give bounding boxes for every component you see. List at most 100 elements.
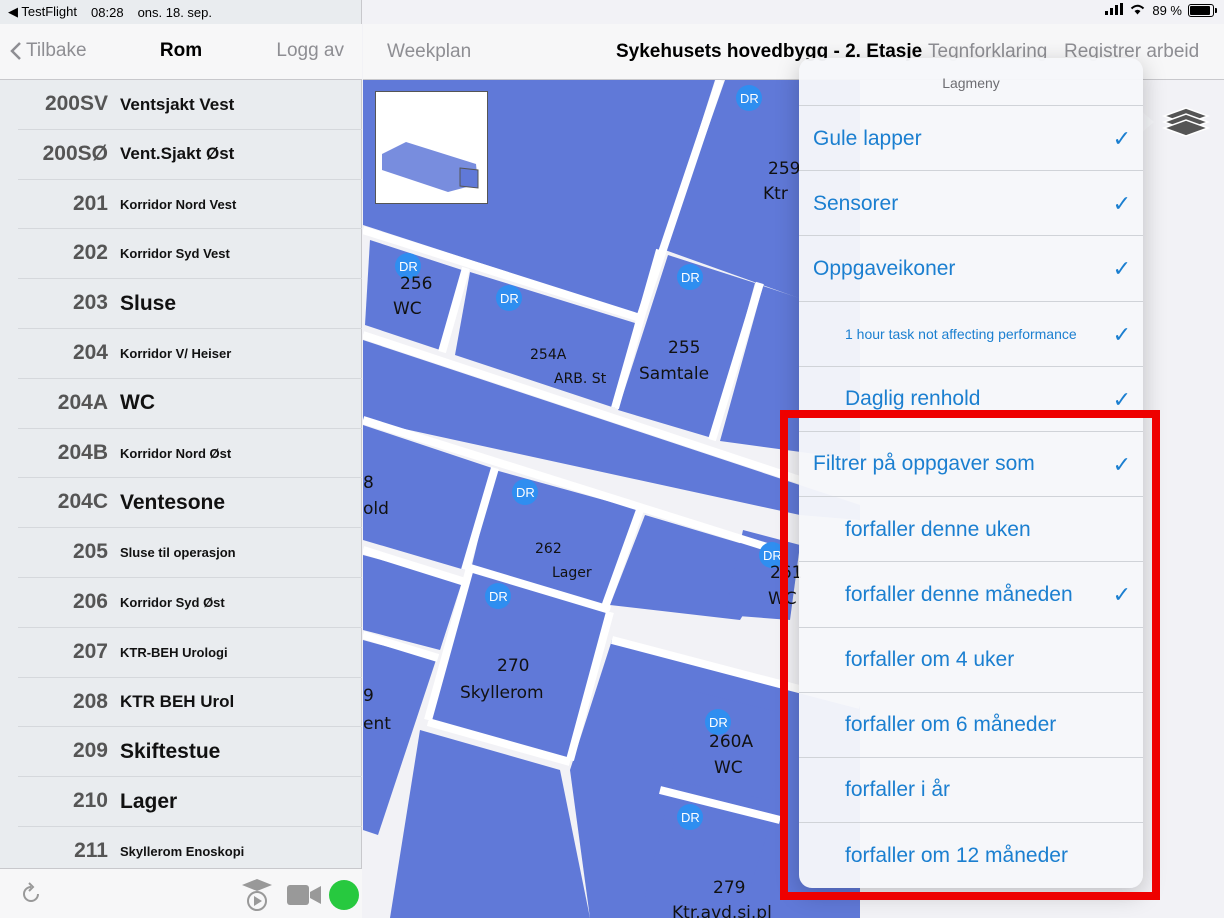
dr-badge-label: DR bbox=[681, 810, 700, 825]
room-list-item[interactable]: 211 Skyllerom Enoskopi bbox=[18, 827, 362, 868]
checkmark-icon: ✓ bbox=[1112, 582, 1131, 608]
dr-badge-label: DR bbox=[709, 715, 728, 730]
room-list-item[interactable]: 206 Korridor Syd Øst bbox=[18, 578, 362, 628]
sidebar-footer bbox=[0, 868, 362, 918]
room-name: Ventsjakt Vest bbox=[120, 94, 235, 114]
room-number: 204A bbox=[57, 390, 108, 414]
room-list-item[interactable]: 205 Sluse til operasjon bbox=[18, 528, 362, 578]
layer-menu-item-label: Daglig renhold bbox=[845, 387, 981, 411]
room-list-item[interactable]: 202 Korridor Syd Vest bbox=[18, 229, 362, 280]
battery-icon bbox=[1188, 4, 1217, 17]
video-camera-icon[interactable] bbox=[286, 883, 322, 907]
room-label: ARB. St bbox=[554, 371, 607, 387]
room-name: Skiftestue bbox=[120, 739, 221, 763]
room-label: Samtale bbox=[639, 364, 709, 384]
room-name: KTR-BEH Urologi bbox=[120, 644, 228, 660]
status-time: 08:28 bbox=[91, 4, 124, 20]
room-list-item[interactable]: 200SØ Vent.Sjakt Øst bbox=[18, 130, 362, 180]
room-label: 279 bbox=[713, 878, 745, 898]
layers-button[interactable] bbox=[1160, 96, 1212, 144]
layer-menu-item-label: Gule lapper bbox=[813, 126, 922, 150]
room-list-item[interactable]: 209 Skiftestue bbox=[18, 727, 362, 778]
room-name: Skyllerom Enoskopi bbox=[120, 843, 245, 859]
room-label: 8 bbox=[363, 473, 374, 493]
room-label: 256 bbox=[400, 274, 432, 294]
layer-menu-item[interactable]: forfaller i år bbox=[799, 758, 1143, 824]
room-number: 202 bbox=[72, 241, 108, 265]
dr-badge-label: DR bbox=[489, 589, 508, 604]
layer-menu-item-label: forfaller denne uken bbox=[845, 517, 1031, 541]
dr-badge-label: DR bbox=[399, 259, 418, 274]
layer-menu-item[interactable]: 1 hour task not affecting performance ✓ bbox=[799, 302, 1143, 367]
layer-menu-item-label: 1 hour task not affecting performance bbox=[845, 326, 1077, 343]
room-number: 208 bbox=[72, 689, 108, 713]
layers-icon bbox=[1161, 107, 1211, 137]
layer-menu-item[interactable]: forfaller om 4 uker bbox=[799, 628, 1143, 693]
weekplan-button[interactable]: Weekplan bbox=[387, 41, 471, 63]
layer-menu-item-label: Filtrer på oppgaver som bbox=[813, 452, 1035, 476]
room-label: Skyllerom bbox=[460, 683, 544, 703]
room-label: WC bbox=[714, 758, 743, 778]
room-name: Korridor Syd Øst bbox=[120, 594, 225, 610]
room-list-item[interactable]: 200SV Ventsjakt Vest bbox=[18, 80, 362, 130]
record-status-dot[interactable] bbox=[328, 879, 360, 911]
room-label: 254A bbox=[530, 347, 567, 363]
room-label: 260A bbox=[709, 732, 753, 752]
layer-menu-item[interactable]: forfaller denne måneden ✓ bbox=[799, 562, 1143, 628]
room-label: Ktr bbox=[763, 184, 788, 204]
checkmark-icon: ✓ bbox=[1112, 386, 1131, 412]
room-number: 201 bbox=[72, 191, 108, 215]
room-number: 206 bbox=[72, 589, 108, 613]
room-name: Korridor V/ Heiser bbox=[120, 345, 232, 361]
room-number: 204 bbox=[72, 340, 108, 364]
room-label: 9 bbox=[363, 686, 374, 706]
room-list-item[interactable]: 203 Sluse bbox=[18, 279, 362, 329]
layer-menu-item[interactable]: Filtrer på oppgaver som ✓ bbox=[799, 432, 1143, 498]
signal-icon bbox=[1105, 3, 1124, 18]
layer-menu-item-label: Sensorer bbox=[813, 191, 899, 215]
checkmark-icon: ✓ bbox=[1112, 126, 1131, 151]
room-name: Korridor Syd Vest bbox=[120, 246, 230, 262]
room-list-item[interactable]: 204B Korridor Nord Øst bbox=[18, 429, 362, 479]
room-number: 200SV bbox=[44, 92, 108, 115]
training-icon[interactable] bbox=[240, 877, 274, 913]
room-list-item[interactable]: 207 KTR-BEH Urologi bbox=[18, 628, 362, 678]
room-list-item[interactable]: 204C Ventesone bbox=[18, 478, 362, 529]
room-name: WC bbox=[120, 391, 155, 415]
room-number: 200SØ bbox=[42, 141, 108, 165]
logout-button[interactable]: Logg av bbox=[276, 40, 344, 62]
wifi-icon bbox=[1129, 3, 1146, 18]
room-name: Vent.Sjakt Øst bbox=[120, 144, 235, 164]
layer-menu-item[interactable]: Daglig renhold ✓ bbox=[799, 367, 1143, 432]
layer-menu-item-label: forfaller om 4 uker bbox=[845, 648, 1015, 671]
room-list-item[interactable]: 201 Korridor Nord Vest bbox=[18, 180, 362, 230]
room-number: 210 bbox=[72, 789, 108, 813]
battery-percent: 89 % bbox=[1152, 3, 1182, 18]
room-label: old bbox=[363, 499, 389, 519]
room-list-item[interactable]: 210 Lager bbox=[18, 777, 362, 827]
room-number: 207 bbox=[72, 639, 108, 663]
room-list-item[interactable]: 204A WC bbox=[18, 379, 362, 429]
room-list-item[interactable]: 208 KTR BEH Urol bbox=[18, 678, 362, 728]
checkmark-icon: ✓ bbox=[1112, 256, 1131, 282]
layer-menu-list: Gule lapper ✓ Sensorer ✓ Oppgaveikoner ✓ 1 hou… bbox=[799, 106, 1143, 888]
layer-menu-item-label: forfaller om 12 måneder bbox=[845, 843, 1068, 867]
layer-menu-item[interactable]: forfaller om 6 måneder bbox=[799, 693, 1143, 758]
layer-menu-item[interactable]: Gule lapper ✓ bbox=[799, 106, 1143, 172]
room-label: 270 bbox=[497, 656, 529, 676]
layer-menu-item-label: Oppgaveikoner bbox=[813, 256, 956, 280]
layer-menu-item[interactable]: Oppgaveikoner ✓ bbox=[799, 236, 1143, 302]
layer-menu-item[interactable]: Sensorer ✓ bbox=[799, 171, 1143, 237]
room-list-item[interactable]: 204 Korridor V/ Heiser bbox=[18, 329, 362, 379]
room-label: 262 bbox=[535, 541, 562, 557]
testflight-back-link[interactable]: ◀ TestFlight bbox=[8, 4, 77, 20]
refresh-icon[interactable] bbox=[18, 881, 44, 907]
room-name: Korridor Nord Vest bbox=[120, 196, 237, 212]
minimap[interactable] bbox=[375, 91, 488, 204]
room-label: 259 bbox=[768, 159, 800, 179]
layer-menu-item[interactable]: forfaller om 12 måneder bbox=[799, 823, 1143, 888]
layer-menu-item[interactable]: forfaller denne uken bbox=[799, 497, 1143, 563]
dr-badge-label: DR bbox=[740, 91, 759, 106]
room-label: WC bbox=[768, 589, 797, 609]
dr-badge-label: DR bbox=[763, 548, 782, 563]
